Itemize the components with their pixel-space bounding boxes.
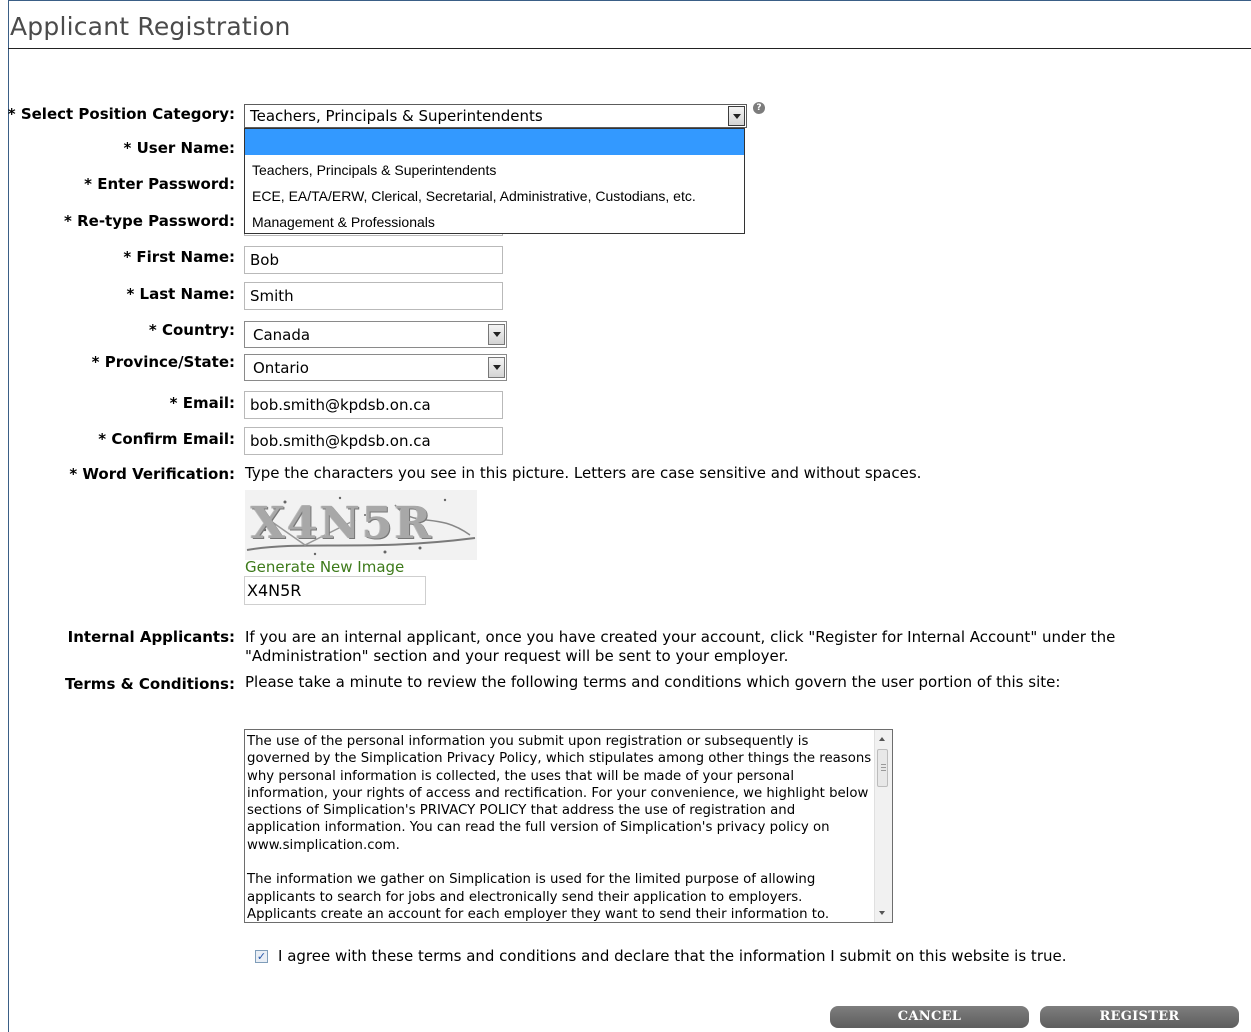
country-label: * Country: <box>148 321 235 339</box>
register-button[interactable]: REGISTER <box>1040 1006 1239 1028</box>
terms-paragraph: The use of the personal information you … <box>247 734 872 853</box>
agree-checkbox[interactable]: ✓ <box>255 950 268 963</box>
dropdown-option-teachers[interactable]: Teachers, Principals & Superintendents <box>245 157 744 183</box>
terms-content: The use of the personal information you … <box>247 733 872 922</box>
position-category-label: * Select Position Category: <box>7 105 235 123</box>
province-label: * Province/State: <box>91 353 235 371</box>
frame-border-left <box>8 0 9 1032</box>
province-value: Ontario <box>253 359 309 377</box>
country-value: Canada <box>253 326 311 344</box>
scroll-down-icon[interactable] <box>879 911 885 915</box>
first-name-input[interactable] <box>244 246 503 274</box>
last-name-input[interactable] <box>244 282 503 310</box>
password-label: * Enter Password: <box>84 175 235 193</box>
user-name-label: * User Name: <box>123 139 235 157</box>
first-name-label: * First Name: <box>123 248 235 266</box>
internal-applicants-text: If you are an internal applicant, once y… <box>245 628 1116 665</box>
page-title: Applicant Registration <box>10 12 291 41</box>
last-name-label: * Last Name: <box>126 285 235 303</box>
position-category-dropdown: Teachers, Principals & Superintendents E… <box>244 128 745 234</box>
captcha-input[interactable] <box>244 576 426 605</box>
confirm-email-label: * Confirm Email: <box>98 430 235 448</box>
province-select[interactable]: Ontario <box>244 354 507 381</box>
retype-password-label: * Re-type Password: <box>64 212 235 230</box>
dropdown-option-management[interactable]: Management & Professionals <box>245 209 744 235</box>
terms-label: Terms & Conditions: <box>65 675 235 693</box>
terms-intro: Please take a minute to review the follo… <box>245 673 1061 691</box>
terms-textarea[interactable]: The use of the personal information you … <box>244 729 893 923</box>
country-dropdown-button[interactable] <box>488 324 505 345</box>
scroll-thumb[interactable] <box>877 749 888 787</box>
position-category-value: Teachers, Principals & Superintendents <box>250 107 543 125</box>
agree-label: I agree with these terms and conditions … <box>278 947 1067 965</box>
word-verification-label: * Word Verification: <box>69 465 235 483</box>
internal-applicants-label: Internal Applicants: <box>67 628 235 646</box>
scroll-up-icon[interactable] <box>879 737 885 741</box>
question-icon[interactable]: ? <box>753 102 765 114</box>
confirm-email-input[interactable] <box>244 427 503 455</box>
chevron-down-icon <box>732 113 741 119</box>
frame-border-top <box>8 0 1251 1</box>
title-divider <box>8 48 1251 49</box>
chevron-down-icon <box>492 332 501 337</box>
word-verification-instructions: Type the characters you see in this pict… <box>245 464 922 482</box>
email-label: * Email: <box>169 394 235 412</box>
cancel-button[interactable]: CANCEL <box>830 1006 1029 1028</box>
captcha-text: X4N5R <box>251 498 434 549</box>
dropdown-option-ece-clerical[interactable]: ECE, EA/TA/ERW, Clerical, Secretarial, A… <box>245 183 744 209</box>
terms-paragraph: The information we gather on Simplicatio… <box>247 872 830 922</box>
generate-new-image-link[interactable]: Generate New Image <box>245 558 404 576</box>
email-input[interactable] <box>244 391 503 419</box>
province-dropdown-button[interactable] <box>488 357 505 378</box>
terms-scrollbar[interactable] <box>874 730 892 922</box>
country-select[interactable]: Canada <box>244 321 507 348</box>
dropdown-option-blank[interactable] <box>245 129 744 155</box>
chevron-down-icon <box>492 365 501 370</box>
position-category-select[interactable]: Teachers, Principals & Superintendents <box>244 104 747 128</box>
dropdown-arrow-button[interactable] <box>728 106 745 126</box>
captcha-image: X4N5R <box>245 490 477 560</box>
